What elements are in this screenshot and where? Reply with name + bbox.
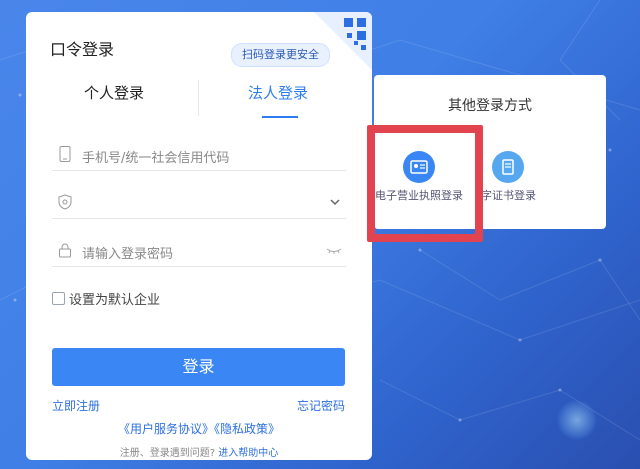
default-company-label: 设置为默认企业 xyxy=(69,293,161,308)
tab-divider xyxy=(198,80,199,116)
register-link[interactable]: 立即注册 xyxy=(52,397,100,414)
qr-code-icon[interactable] xyxy=(314,12,372,70)
company-select[interactable] xyxy=(52,188,346,219)
shield-icon xyxy=(58,194,72,210)
certificate-icon xyxy=(492,151,524,183)
tab-personal-login[interactable]: 个人登录 xyxy=(84,82,144,103)
forgot-password-link[interactable]: 忘记密码 xyxy=(297,397,345,414)
help-center-link[interactable]: 进入帮助中心 xyxy=(218,448,278,459)
other-login-title: 其他登录方式 xyxy=(448,98,532,114)
phone-icon xyxy=(59,146,71,162)
account-field[interactable]: 手机号/统一社会信用代码 xyxy=(52,140,346,171)
tab-legal-person-login[interactable]: 法人登录 xyxy=(248,82,308,103)
glow-orb xyxy=(557,400,597,440)
login-button[interactable]: 登录 xyxy=(52,348,345,386)
eye-closed-icon[interactable] xyxy=(326,244,342,256)
password-field[interactable]: 请输入登录密码 xyxy=(52,236,346,267)
account-input-placeholder: 手机号/统一社会信用代码 xyxy=(82,151,230,166)
login-title: 口令登录 xyxy=(50,40,115,59)
lock-icon xyxy=(59,243,71,258)
highlight-box xyxy=(367,125,483,242)
checkbox-box[interactable] xyxy=(52,292,65,305)
login-card: 口令登录 扫码登录更安全 个人登录 法人登录 手机号/统一社会信用代码 请输入登… xyxy=(26,12,372,460)
password-input-placeholder: 请输入登录密码 xyxy=(82,247,174,262)
default-company-checkbox[interactable]: 设置为默认企业 xyxy=(52,289,160,308)
chevron-down-icon[interactable] xyxy=(328,196,342,208)
help-prefix: 注册、登录遇到问题? xyxy=(119,448,216,459)
help-text: 注册、登录遇到问题? 进入帮助中心 xyxy=(26,444,372,459)
policy-links[interactable]: 《用户服务协议》《隐私政策》 xyxy=(26,420,372,437)
active-tab-indicator xyxy=(262,116,298,118)
login-tabs: 个人登录 法人登录 xyxy=(26,80,372,126)
